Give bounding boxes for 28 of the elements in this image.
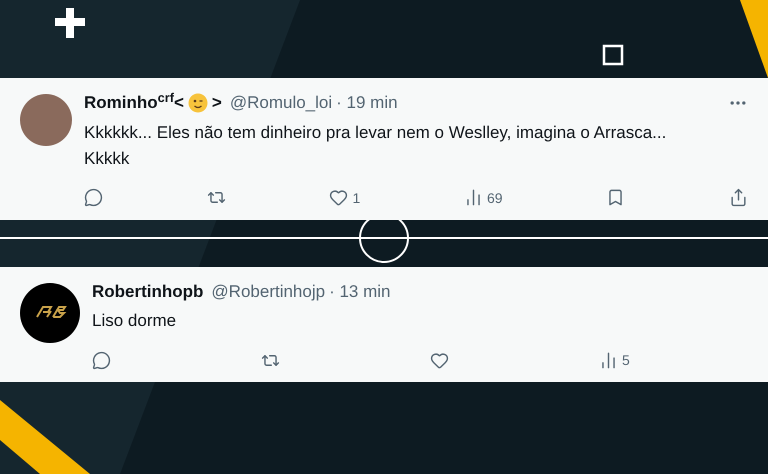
like-button[interactable] [430,350,449,370]
heart-icon [430,350,449,370]
handle-label: @Romulo_loi [230,92,332,114]
post-text: Liso dorme [92,310,178,332]
share-button[interactable] [728,188,748,207]
handle-label: @Robertinhojp [211,280,326,302]
like-button[interactable]: 1 [329,188,360,208]
time-label: · 13 min [329,280,390,302]
logo-avatar-icon [20,282,80,342]
count-label: 1 [352,188,360,208]
display-name: Robertinhopb [92,280,204,302]
reply-button[interactable] [84,188,103,207]
heart-icon [329,188,348,207]
time-label: · 19 min [336,92,398,114]
bar-chart-icon [599,350,618,370]
name-suffix: > [212,92,222,114]
reply-icon [84,188,103,207]
reply-button[interactable] [92,350,111,370]
count-label: 5 [622,351,630,370]
post-text: Kkkkkk... Eles não tem dinheiro pra levar nem o Weslley, imagina o Arrasca... Kkkkk [84,122,668,170]
count-label: 69 [486,188,503,208]
reply-icon [92,350,111,370]
square-outline [602,44,624,66]
views-button[interactable]: 69 [464,188,503,208]
views-button[interactable]: 5 [599,350,630,370]
avatar-photo-placeholder [20,94,72,146]
share-icon [728,188,748,207]
display-name: Rominho$^{crf}$< [84,90,184,114]
